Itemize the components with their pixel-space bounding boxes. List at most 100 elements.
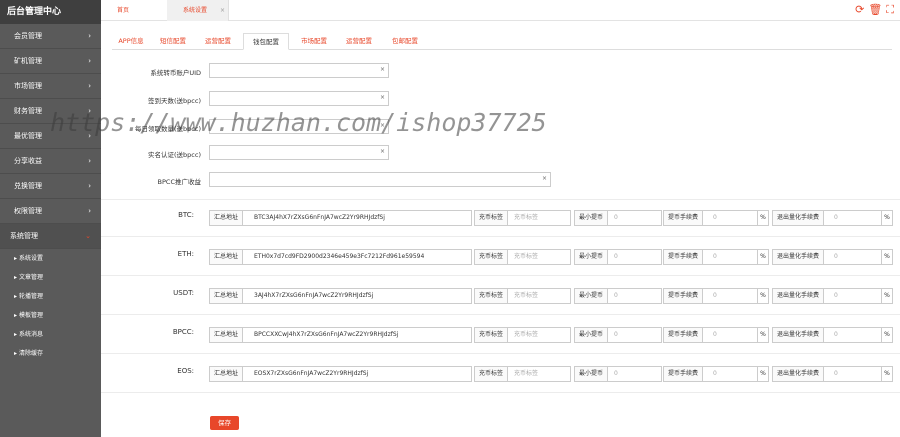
sidebar-item-label: 最优管理 [14,132,42,140]
withdraw-fee-field[interactable]: 提币手续费 0 % [663,249,769,265]
sidebar-item-label: 系统管理 [10,232,38,240]
tab-system-settings[interactable]: 系统设置 × [167,0,229,21]
address-field[interactable]: 汇总地址 BTC3AJ4hX7rZXsG6nFnJA7wcZ2Yr9RHJdzf… [209,210,472,226]
save-button[interactable]: 保存 [210,416,239,430]
chevron-right-icon: › [88,57,91,65]
withdraw-fee-field[interactable]: 提币手续费 0 % [663,366,769,382]
close-icon[interactable]: × [220,0,225,21]
min-withdraw-field[interactable]: 最小提币 0 [574,288,662,304]
sidebar-item-members[interactable]: 会员管理 › [0,24,101,49]
tab-operation-config-2[interactable]: 运营配置 [339,33,379,50]
withdraw-fee-field[interactable]: 提币手续费 0 % [663,288,769,304]
address-field[interactable]: 汇总地址 EOSX7rZXsG6nFnJA7wcZ2Yr9RHJdzfSj [209,366,472,382]
bpcc-promotion-field[interactable]: × [209,172,551,187]
clear-icon[interactable]: × [542,175,547,182]
submenu-item-articles[interactable]: ▸ 文章管理 [0,268,101,287]
quant-fee-field[interactable]: 退出量化手续费 0 % [772,366,893,382]
bullet-icon: ▸ [14,312,18,319]
min-withdraw-field[interactable]: 最小提币 0 [574,366,662,382]
tab-shipping-config[interactable]: 包邮配置 [385,33,425,50]
sidebar-item-exchange[interactable]: 兑换管理 › [0,174,101,199]
field-label: BPCC推广收益 [157,178,201,186]
tab-wallet-config[interactable]: 钱包配置 [243,33,289,50]
trash-icon[interactable]: 🗑 [868,3,882,17]
quant-fee-field[interactable]: 退出量化手续费 0 % [772,288,893,304]
coin-name: BPCC: [172,328,194,336]
field-label: 每日领取数量(送bpcc) [135,125,201,133]
tab-app-info[interactable]: APP信息 [114,33,148,50]
field-label: 系统转币账户UID [150,69,201,77]
withdraw-fee-field[interactable]: 提币手续费 0 % [663,327,769,343]
chevron-right-icon: › [88,32,91,40]
tag-field[interactable]: 充币标签 充币标签 [474,288,571,304]
tab-sms-config[interactable]: 短信配置 [155,33,191,50]
quant-fee-field[interactable]: 退出量化手续费 0 % [772,210,893,226]
min-withdraw-field[interactable]: 最小提币 0 [574,327,662,343]
clear-icon[interactable]: × [380,122,385,129]
quant-fee-field[interactable]: 退出量化手续费 0 % [772,327,893,343]
submenu-item-templates[interactable]: ▸ 模板管理 [0,306,101,325]
coin-row-bpcc: BPCC: 汇总地址 BPCCXXCwJ4hX7rZXsG6nFnJA7wcZ2… [101,316,900,354]
system-uid-field[interactable]: × [209,63,389,78]
sidebar-item-label: 权限管理 [14,207,42,215]
realname-auth-field[interactable]: × [209,145,389,160]
coin-row-btc: BTC: 汇总地址 BTC3AJ4hX7rZXsG6nFnJA7wcZ2Yr9R… [101,199,900,237]
clear-icon[interactable]: × [380,66,385,73]
bullet-icon: ▸ [14,293,18,300]
sidebar-item-label: 兑换管理 [14,182,42,190]
coin-name: ETH: [177,250,194,258]
quant-fee-field[interactable]: 退出量化手续费 0 % [772,249,893,265]
submenu-item-messages[interactable]: ▸ 系统消息 [0,325,101,344]
top-tab-bar: 首页 系统设置 × ⟳ 🗑 ⛶ [101,0,900,21]
tab-operation-config[interactable]: 运营配置 [200,33,236,50]
coin-name: BTC: [178,211,194,219]
sidebar-item-label: 市场管理 [14,82,42,90]
admin-app: 后台管理中心 会员管理 › 矿机管理 › 市场管理 › 财务管理 › 最优管理 … [0,0,900,437]
sidebar-item-market[interactable]: 市场管理 › [0,74,101,99]
chevron-right-icon: › [88,182,91,190]
chevron-down-icon: ⌄ [85,232,91,240]
sidebar: 后台管理中心 会员管理 › 矿机管理 › 市场管理 › 财务管理 › 最优管理 … [0,0,101,437]
sidebar-item-label: 分享收益 [14,157,42,165]
address-field[interactable]: 汇总地址 3AJ4hX7rZXsG6nFnJA7wcZ2Yr9RHJdzfSj [209,288,472,304]
address-field[interactable]: 汇总地址 BPCCXXCwJ4hX7rZXsG6nFnJA7wcZ2Yr9RHJ… [209,327,472,343]
tag-field[interactable]: 充币标签 充币标签 [474,366,571,382]
clear-icon[interactable]: × [380,94,385,101]
chevron-right-icon: › [88,132,91,140]
coin-name: USDT: [173,289,194,297]
tag-field[interactable]: 充币标签 充币标签 [474,210,571,226]
sidebar-item-optimal[interactable]: 最优管理 › [0,124,101,149]
submenu-item-carousel[interactable]: ▸ 轮播管理 [0,287,101,306]
config-tabs: APP信息 短信配置 运营配置 钱包配置 市场配置 运营配置 包邮配置 [112,33,892,50]
coin-name: EOS: [177,367,194,375]
submenu-item-settings[interactable]: ▸ 系统设置 [0,249,101,268]
signin-days-field[interactable]: × [209,91,389,106]
sidebar-item-miners[interactable]: 矿机管理 › [0,49,101,74]
withdraw-fee-field[interactable]: 提币手续费 0 % [663,210,769,226]
sidebar-item-finance[interactable]: 财务管理 › [0,99,101,124]
submenu-item-clear-cache[interactable]: ▸ 清除缓存 [0,344,101,363]
min-withdraw-field[interactable]: 最小提币 0 [574,249,662,265]
field-label: 实名认证(送bpcc) [148,151,201,159]
sidebar-item-share[interactable]: 分享收益 › [0,149,101,174]
coin-row-eos: EOS: 汇总地址 EOSX7rZXsG6nFnJA7wcZ2Yr9RHJdzf… [101,355,900,393]
tag-field[interactable]: 充币标签 充币标签 [474,249,571,265]
sidebar-item-system[interactable]: 系统管理 ⌄ [0,224,101,249]
chevron-right-icon: › [88,157,91,165]
tab-home[interactable]: 首页 [101,0,167,21]
chevron-right-icon: › [88,207,91,215]
top-toolbar: ⟳ 🗑 ⛶ [855,3,894,17]
tab-market-config[interactable]: 市场配置 [294,33,334,50]
sidebar-item-permissions[interactable]: 权限管理 › [0,199,101,224]
chevron-right-icon: › [88,107,91,115]
field-label: 签到天数(送bpcc) [148,97,201,105]
fullscreen-icon[interactable]: ⛶ [886,3,894,17]
clear-icon[interactable]: × [380,148,385,155]
min-withdraw-field[interactable]: 最小提币 0 [574,210,662,226]
address-field[interactable]: 汇总地址 ETH0x7d7cd9FD2900d2346e459e3Fc7212F… [209,249,472,265]
bullet-icon: ▸ [14,255,18,262]
bullet-icon: ▸ [14,274,18,281]
tag-field[interactable]: 充币标签 充币标签 [474,327,571,343]
refresh-icon[interactable]: ⟳ [855,3,864,17]
daily-claim-field[interactable]: × [209,119,389,134]
